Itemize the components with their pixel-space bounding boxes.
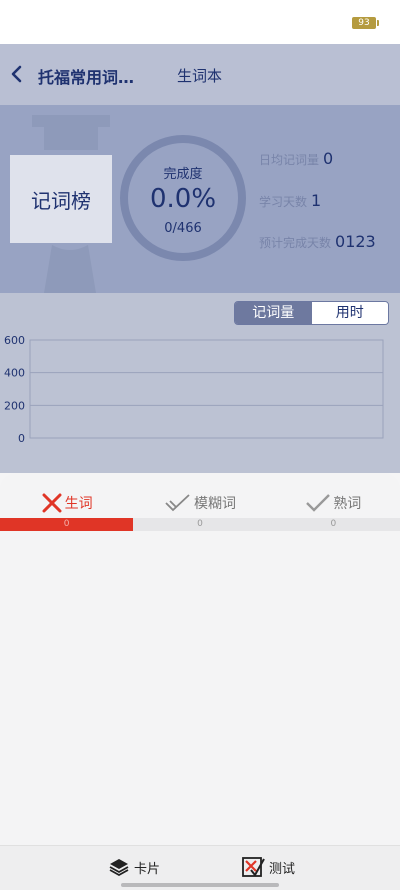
tab-known-words[interactable]: 熟词: [267, 491, 400, 515]
tab-label: 生词: [64, 496, 93, 512]
words-chart: 600 400 200 0: [4, 334, 384, 445]
completion-label: 完成度: [163, 167, 203, 182]
test-label: 测试: [269, 861, 296, 877]
y-tick-label: 0: [18, 432, 25, 445]
stats-chart-section: 记词量 用时 600 400 200 0: [0, 293, 400, 473]
stat-value: 0123: [335, 232, 376, 251]
word-list: [0, 531, 400, 841]
page-title: 托福常用词…: [38, 68, 135, 87]
y-tick-label: 600: [4, 334, 25, 347]
tab-count-fuzzy-words: 0: [133, 518, 267, 531]
test-mode-button[interactable]: 测试: [241, 856, 295, 878]
toggle-word-count[interactable]: 记词量: [235, 302, 312, 324]
home-indicator: [121, 883, 279, 887]
stat-label: 学习天数: [259, 195, 308, 209]
stat-estimated-days: 预计完成天数 0123: [259, 232, 376, 251]
back-chevron-icon[interactable]: [6, 62, 28, 86]
word-list-panel: 生词 模糊词 熟词 0 0 0: [0, 473, 400, 889]
battery-icon: 93: [352, 17, 379, 29]
toggle-time-spent[interactable]: 用时: [311, 302, 388, 324]
x-mark-icon: [42, 493, 62, 513]
tab-label: 模糊词: [193, 496, 236, 512]
check-icon: [306, 494, 331, 512]
word-category-tabs: 生词 模糊词 熟词: [0, 491, 400, 515]
double-check-icon: [165, 494, 190, 512]
stat-value: 1: [311, 191, 322, 210]
tab-count-new-words: 0: [0, 518, 134, 531]
chart-plot-frame: [29, 339, 384, 439]
completion-count: 0/466: [164, 221, 202, 236]
card-mode-button[interactable]: 卡片: [108, 856, 160, 878]
tab-new-words-book[interactable]: 生词本: [177, 65, 222, 86]
stat-study-days: 学习天数 1: [259, 191, 321, 210]
tab-fuzzy-words[interactable]: 模糊词: [133, 491, 266, 515]
quiz-icon: [242, 857, 265, 877]
y-tick-label: 400: [4, 367, 25, 380]
leaderboard-button[interactable]: 记词榜: [10, 155, 112, 243]
completion-text: 完成度 0.0% 0/466: [118, 133, 248, 263]
chart-mode-toggle: 记词量 用时: [234, 301, 389, 325]
status-bar: 93: [0, 0, 400, 44]
stat-label: 预计完成天数: [259, 236, 332, 250]
tab-new-words[interactable]: 生词: [0, 491, 133, 515]
y-tick-label: 200: [4, 399, 25, 412]
tab-count-known-words: 0: [266, 518, 400, 531]
card-label: 卡片: [134, 861, 161, 877]
stat-label: 日均记词量: [259, 153, 320, 167]
tab-label: 熟词: [333, 496, 362, 512]
layers-icon: [109, 859, 129, 877]
tab-count-bars: 0 0 0: [0, 518, 400, 531]
progress-hero: 记词榜 完成度 0.0% 0/466 日均记词量 0 学习天数 1 预计完成天数 01…: [0, 105, 400, 293]
stat-value: 0: [323, 149, 334, 168]
completion-percent: 0.0%: [149, 184, 217, 214]
stat-daily-words: 日均记词量 0: [259, 149, 333, 168]
nav-bar: 托福常用词… 生词本: [0, 44, 400, 105]
